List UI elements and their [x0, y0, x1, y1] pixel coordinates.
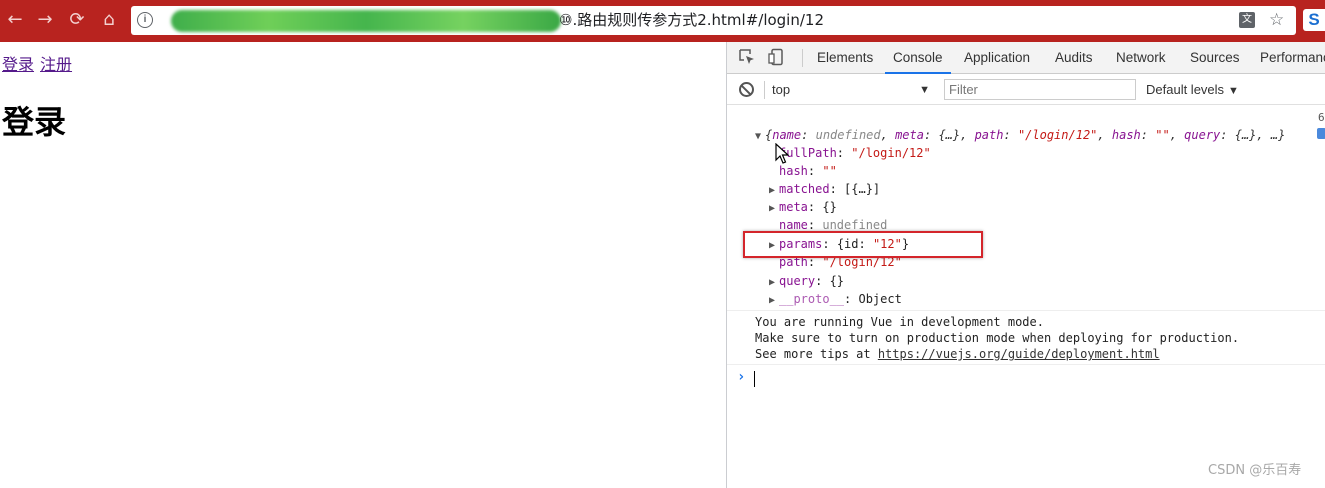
mouse-cursor-icon — [775, 143, 790, 164]
vue-dev-message-line: See more tips at https://vuejs.org/guide… — [755, 347, 1160, 361]
prop-fullpath: fullPath: "/login/12" — [779, 146, 931, 160]
watermark: CSDN @乐百寿 — [1208, 463, 1302, 478]
console-input[interactable] — [754, 371, 755, 387]
devtools-panel: Elements Console Application Audits Netw… — [726, 42, 1325, 488]
tab-separator — [802, 49, 803, 67]
url-text[interactable]: ⑩.路由规则传参方式2.html#/login/12 — [559, 11, 824, 30]
prop-matched[interactable]: ▶ matched: [{…}] — [769, 180, 880, 200]
message-separator — [727, 310, 1325, 311]
reload-button[interactable]: ⟳ — [66, 9, 88, 31]
login-link[interactable]: 登录 — [2, 55, 34, 74]
info-badge-icon — [1317, 128, 1325, 139]
console-prompt-icon: › — [737, 369, 746, 385]
expanded-triangle-icon: ▼ — [755, 131, 762, 142]
dropdown-arrow-icon: ▼ — [919, 84, 930, 96]
log-levels-selector[interactable]: Default levels ▼ — [1146, 80, 1239, 101]
prop-proto[interactable]: ▶ __proto__: Object — [769, 290, 902, 310]
deployment-guide-link[interactable]: https://vuejs.org/guide/deployment.html — [878, 347, 1160, 361]
inspect-element-icon[interactable] — [737, 48, 757, 68]
clear-console-icon[interactable] — [739, 82, 754, 97]
page-viewport: 登录 注册 登录 — [0, 42, 726, 488]
device-toolbar-icon[interactable] — [767, 48, 787, 68]
translate-icon[interactable]: 文 — [1239, 12, 1255, 28]
log-levels-label: Default levels — [1146, 82, 1225, 97]
tab-application[interactable]: Application — [964, 42, 1030, 74]
home-button[interactable]: ⌂ — [98, 9, 120, 31]
console-filterbar: top ▼ Default levels▼ — [727, 75, 1325, 105]
router-links: 登录 注册 — [2, 54, 78, 76]
back-button[interactable]: ← — [4, 9, 26, 31]
console-output: 6 ▼ {name: undefined, meta: {…}, path: "/… — [727, 106, 1325, 488]
tab-performance[interactable]: Performance — [1260, 42, 1325, 74]
filterbar-separator — [764, 81, 765, 99]
context-value: top — [772, 82, 791, 97]
redacted-url-scribble — [171, 10, 561, 32]
message-separator — [727, 364, 1325, 365]
source-line-number: 6 — [1318, 111, 1325, 124]
collapsed-triangle-icon: ▶ — [769, 295, 776, 306]
params-highlight-box — [743, 231, 983, 258]
page-title: 登录 — [2, 103, 67, 141]
register-link[interactable]: 注册 — [40, 55, 72, 74]
devtools-tabbar: Elements Console Application Audits Netw… — [727, 42, 1325, 74]
star-icon[interactable]: ☆ — [1269, 9, 1284, 31]
tab-sources[interactable]: Sources — [1190, 42, 1240, 74]
browser-toolbar: ← → ⟳ ⌂ i ⑩.路由规则传参方式2.html#/login/12 文 ☆… — [0, 0, 1325, 42]
extension-icon[interactable]: S — [1303, 9, 1325, 31]
filter-input[interactable] — [944, 79, 1136, 100]
prop-meta[interactable]: ▶ meta: {} — [769, 198, 837, 218]
info-icon[interactable]: i — [137, 12, 153, 28]
tab-console[interactable]: Console — [885, 42, 951, 74]
address-bar[interactable]: i ⑩.路由规则传参方式2.html#/login/12 文 ☆ — [131, 6, 1296, 35]
context-selector[interactable]: top ▼ — [772, 80, 932, 100]
prop-query[interactable]: ▶ query: {} — [769, 272, 844, 292]
route-object-summary[interactable]: ▼ {name: undefined, meta: {…}, path: "/lo… — [755, 126, 1285, 146]
dropdown-arrow-icon: ▼ — [1228, 85, 1239, 97]
tab-elements[interactable]: Elements — [817, 42, 873, 74]
tab-audits[interactable]: Audits — [1055, 42, 1093, 74]
tab-network[interactable]: Network — [1116, 42, 1166, 74]
forward-button[interactable]: → — [34, 9, 56, 31]
